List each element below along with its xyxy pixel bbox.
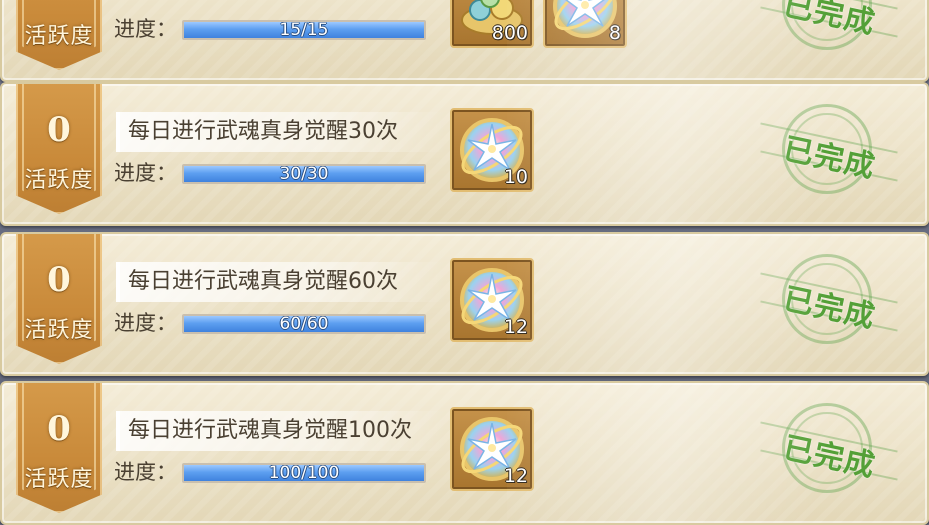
completed-stamp: 已完成 — [760, 104, 898, 194]
reward-count: 8 — [608, 22, 621, 44]
progress-text: 60/60 — [279, 314, 329, 334]
progress-label: 进度： — [114, 311, 177, 335]
reward-count: 12 — [503, 316, 528, 338]
activity-badge: 0 活跃度 — [16, 383, 102, 513]
task-row: 0 活跃度 每日进行武魂真身觉醒100次 进度： 100/100 12 已完成 — [0, 381, 929, 525]
activity-points: 0 — [47, 260, 71, 300]
reward-count: 12 — [503, 465, 528, 487]
progress-label: 进度： — [114, 460, 177, 484]
progress-text: 100/100 — [268, 463, 340, 483]
task-title: 每日进行武魂真身觉醒100次 — [116, 411, 446, 451]
progress-bar: 100/100 — [182, 463, 426, 483]
progress-text: 15/15 — [279, 20, 329, 40]
task-row: 活跃度 进度： 15/15 800 8 已完成 — [0, 0, 929, 82]
completed-stamp: 已完成 — [760, 0, 898, 50]
reward-count: 10 — [503, 166, 528, 188]
reward-count: 800 — [491, 22, 528, 44]
activity-label: 活跃度 — [24, 467, 94, 492]
activity-points: 0 — [47, 409, 71, 449]
reward-item[interactable]: 8 — [543, 0, 627, 48]
progress-bar: 15/15 — [182, 20, 426, 40]
reward-item[interactable]: 800 — [450, 0, 534, 48]
activity-label: 活跃度 — [24, 24, 94, 49]
completed-status: 已完成 — [780, 0, 879, 42]
completed-stamp: 已完成 — [760, 403, 898, 493]
task-title: 每日进行武魂真身觉醒30次 — [116, 112, 446, 152]
activity-points: 0 — [47, 110, 71, 150]
progress-bar: 60/60 — [182, 314, 426, 334]
reward-item[interactable]: 12 — [450, 258, 534, 342]
task-row: 0 活跃度 每日进行武魂真身觉醒30次 进度： 30/30 10 已完成 — [0, 82, 929, 226]
reward-item[interactable]: 12 — [450, 407, 534, 491]
activity-label: 活跃度 — [24, 318, 94, 343]
completed-status: 已完成 — [780, 430, 879, 485]
progress-label: 进度： — [114, 161, 177, 185]
progress-bar: 30/30 — [182, 164, 426, 184]
completed-stamp: 已完成 — [760, 254, 898, 344]
task-title: 每日进行武魂真身觉醒60次 — [116, 262, 446, 302]
task-row: 0 活跃度 每日进行武魂真身觉醒60次 进度： 60/60 12 已完成 — [0, 232, 929, 376]
completed-status: 已完成 — [780, 131, 879, 186]
task-list: 活跃度 进度： 15/15 800 8 已完成 0 活跃度 每日进行武魂真身觉醒3… — [0, 0, 929, 525]
activity-badge: 活跃度 — [16, 0, 102, 70]
completed-status: 已完成 — [780, 281, 879, 336]
activity-label: 活跃度 — [24, 168, 94, 193]
activity-badge: 0 活跃度 — [16, 234, 102, 364]
progress-label: 进度： — [114, 17, 177, 41]
progress-text: 30/30 — [279, 164, 329, 184]
reward-item[interactable]: 10 — [450, 108, 534, 192]
activity-badge: 0 活跃度 — [16, 84, 102, 214]
